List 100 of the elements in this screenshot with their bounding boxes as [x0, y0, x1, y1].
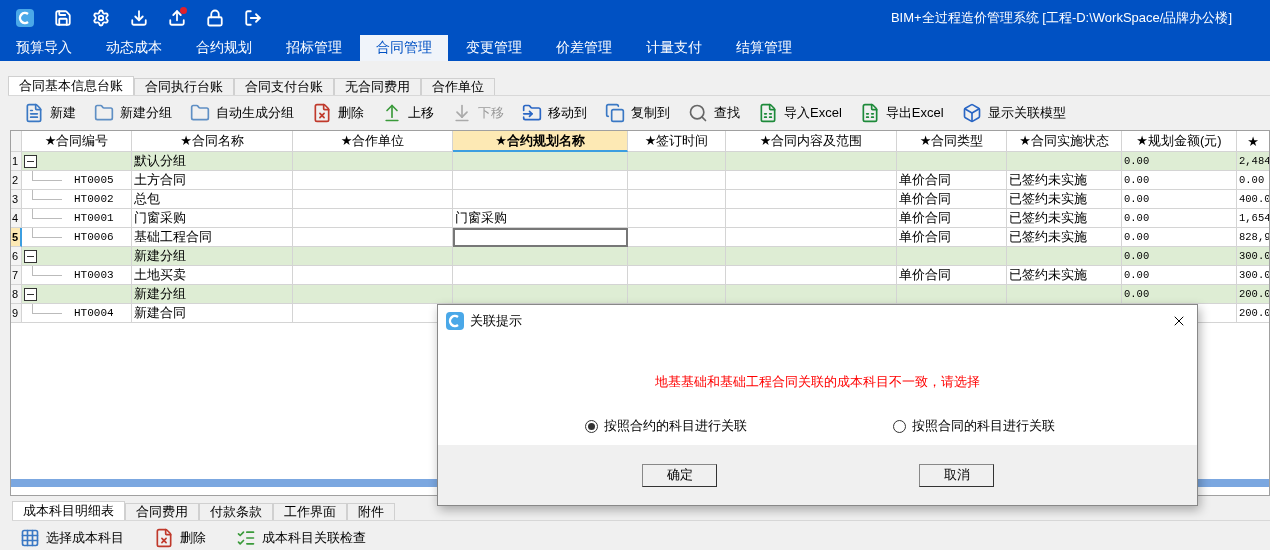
copy-icon — [605, 103, 625, 124]
sub-tab[interactable]: 无合同费用 — [334, 77, 421, 95]
table-cell: 新建分组 — [132, 285, 293, 305]
exit-icon[interactable] — [244, 8, 262, 27]
table-cell: 基础工程合同 — [132, 228, 293, 248]
toolbar-button[interactable]: 新建 — [16, 99, 84, 128]
table-cell: 0.00 — [1122, 190, 1237, 210]
settings-icon[interactable] — [92, 8, 110, 27]
lock-icon[interactable] — [206, 8, 224, 27]
tree-line — [32, 208, 62, 219]
table-cell: 总包 — [132, 190, 293, 210]
table-cell: 土地买卖 — [132, 266, 293, 286]
toolbar-button[interactable]: 移动到 — [514, 99, 595, 128]
tree-line — [32, 227, 62, 238]
grid-icon — [20, 528, 40, 549]
sub-tab[interactable]: 合作单位 — [421, 77, 495, 95]
spreadsheet-icon — [758, 103, 778, 124]
column-header[interactable]: ★签订时间 — [628, 131, 726, 153]
row-number: 9 — [11, 304, 22, 324]
table-cell: HT0006 — [74, 231, 114, 244]
column-header[interactable]: ★合同编号 — [22, 131, 132, 153]
toolbar-button[interactable]: 成本科目关联检查 — [236, 527, 366, 550]
cancel-button[interactable]: 取消 — [919, 463, 994, 487]
document-icon — [24, 103, 44, 124]
sub-tab[interactable]: 合同支付台账 — [234, 77, 334, 95]
option-label[interactable]: 按照合约的科目进行关联 — [604, 417, 747, 435]
table-cell: 单价合同 — [897, 171, 1007, 191]
cube-icon — [961, 103, 982, 124]
table-cell: 已签约未实施 — [1007, 209, 1122, 229]
table-cell: 门窗采购 — [132, 209, 293, 229]
toolbar-button[interactable]: 删除 — [304, 99, 372, 128]
menu-tab[interactable]: 计量支付 — [630, 35, 718, 61]
table-cell: 0.00 — [1122, 228, 1237, 248]
sub-tab[interactable]: 付款条款 — [199, 502, 273, 520]
arrow-up-icon — [382, 103, 402, 124]
ok-button[interactable]: 确定 — [642, 463, 717, 487]
toolbar-button[interactable]: 上移 — [374, 99, 442, 128]
app-logo-icon — [16, 8, 34, 27]
toolbar-button[interactable]: 导出Excel — [851, 99, 952, 128]
document-x-icon — [312, 103, 332, 124]
sub-tab[interactable]: 合同执行台账 — [134, 77, 234, 95]
sub-tab[interactable]: 工作界面 — [273, 502, 347, 520]
notification-dot — [180, 6, 187, 14]
folder-arrow-icon — [522, 103, 542, 124]
upload-icon[interactable] — [168, 8, 186, 27]
table-cell: HT0004 — [74, 307, 114, 320]
table-cell: 新建分组 — [132, 247, 293, 267]
column-header[interactable]: ★合作单位 — [293, 131, 453, 153]
save-icon[interactable] — [54, 8, 72, 27]
menu-tab[interactable]: 变更管理 — [450, 35, 538, 61]
menu-tab[interactable]: 合约规划 — [180, 35, 268, 61]
table-cell: HT0003 — [74, 269, 114, 282]
sub-tab[interactable]: 合同基本信息台账 — [8, 75, 134, 95]
toolbar-button[interactable]: 删除 — [154, 527, 206, 550]
collapse-toggle[interactable] — [24, 249, 37, 263]
toolbar-button[interactable]: 查找 — [680, 99, 748, 128]
toolbar-button[interactable]: 新建分组 — [86, 99, 180, 128]
download-icon[interactable] — [130, 8, 148, 27]
menu-tab[interactable]: 合同管理 — [360, 35, 448, 61]
column-header[interactable]: ★规划金额(元) — [1122, 131, 1237, 153]
table-cell: 默认分组 — [132, 152, 293, 172]
table-cell: 已签约未实施 — [1007, 266, 1122, 286]
menu-tab[interactable]: 动态成本 — [90, 35, 178, 61]
folder-icon — [190, 103, 210, 124]
table-cell: 0.00 — [1122, 285, 1237, 305]
column-header[interactable]: ★合同内容及范围 — [726, 131, 897, 153]
toolbar-button[interactable]: 导入Excel — [750, 99, 850, 128]
option-label[interactable]: 按照合同的科目进行关联 — [912, 417, 1055, 435]
table-cell: 0.00 — [1122, 247, 1237, 267]
table-cell: 0.00 — [1122, 266, 1237, 286]
collapse-toggle[interactable] — [24, 287, 37, 301]
column-header[interactable]: ★合同实施状态 — [1007, 131, 1122, 153]
sub-tab[interactable]: 附件 — [347, 502, 395, 520]
warning-message: 地基基础和基础工程合同关联的成本科目不一致，请选择 — [655, 373, 980, 391]
menu-tab[interactable]: 预算导入 — [0, 35, 88, 61]
folder-icon — [94, 103, 114, 124]
table-cell: 200.0 — [1237, 285, 1269, 305]
menu-tab[interactable]: 价差管理 — [540, 35, 628, 61]
toolbar-button[interactable]: 选择成本科目 — [20, 527, 124, 550]
toolbar-button[interactable]: 复制到 — [597, 99, 678, 128]
column-header[interactable]: ★合同名称 — [132, 131, 293, 153]
dialog-title: 关联提示 — [470, 312, 522, 330]
menu-tab[interactable]: 结算管理 — [720, 35, 808, 61]
table-cell: 300.0 — [1237, 247, 1269, 267]
toolbar-button[interactable]: 自动生成分组 — [182, 99, 302, 128]
window-title: BIM+全过程造价管理系统 [工程-D:\WorkSpace/品牌办公楼] — [890, 8, 1232, 27]
column-header[interactable]: ★合同类型 — [897, 131, 1007, 153]
toolbar-button[interactable]: 显示关联模型 — [953, 99, 1074, 128]
column-header[interactable]: ★合约规划名称 — [453, 131, 628, 153]
tree-line — [32, 265, 62, 276]
table-cell: 新建合同 — [132, 304, 293, 324]
table-cell: 单价合同 — [897, 228, 1007, 248]
table-cell: 0.00 — [1122, 209, 1237, 229]
menu-tab[interactable]: 招标管理 — [270, 35, 358, 61]
sub-tab[interactable]: 成本科目明细表 — [12, 500, 125, 520]
sub-tab[interactable]: 合同费用 — [125, 502, 199, 520]
collapse-toggle[interactable] — [24, 154, 37, 168]
table-cell: 土方合同 — [132, 171, 293, 191]
table-cell: 单价合同 — [897, 190, 1007, 210]
table-cell: 已签约未实施 — [1007, 228, 1122, 248]
